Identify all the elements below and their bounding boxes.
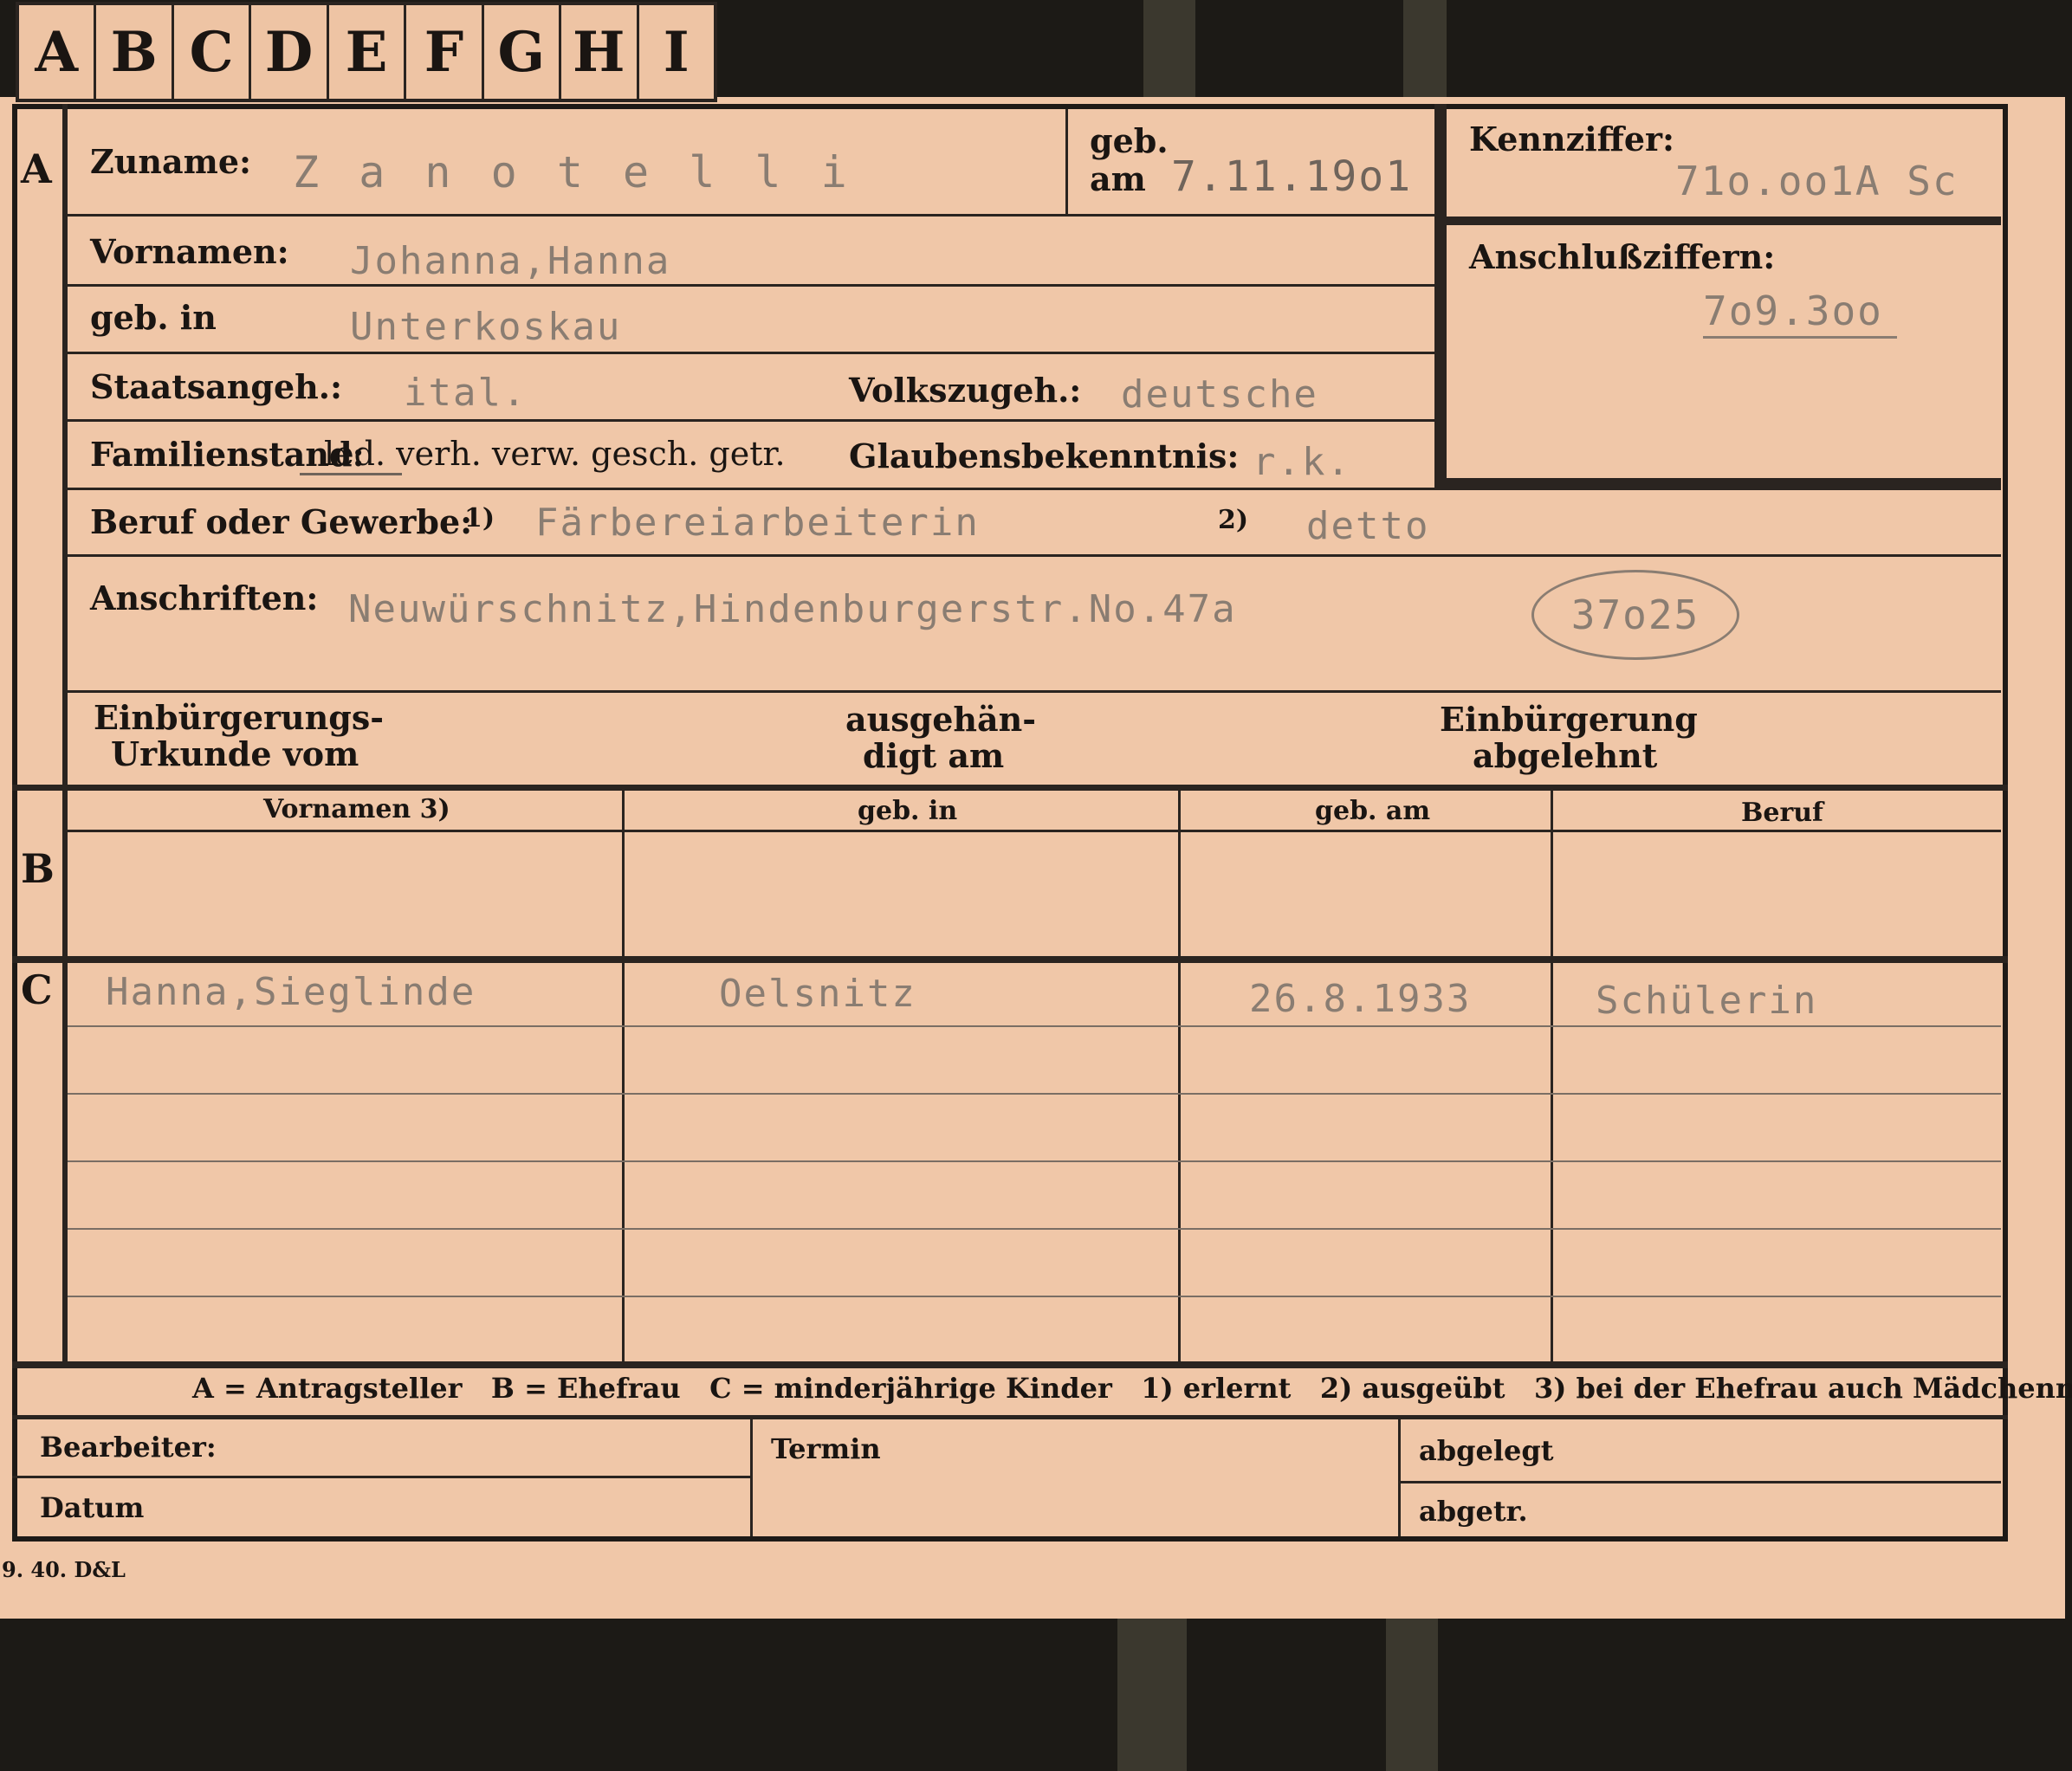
background-stripe [1143,0,1195,97]
background-stripe [1403,0,1447,97]
beruf-erlernt-value: Färbereiarbeiterin [535,501,980,545]
child-geb-in: Oelsnitz [719,972,916,1016]
vornamen-label: Vornamen: [90,232,289,271]
datum-label: Datum [40,1491,145,1524]
background-stripe [1386,1619,1438,1771]
table-header-vornamen: Vornamen 3) [263,794,450,824]
abgelegt-label: abgelegt [1419,1434,1554,1467]
table-column-divider [622,790,625,1361]
einbuergerungsurkunde-label-2: Urkunde vom [111,734,359,773]
anschrift-value: Neuwürschnitz,Hindenburgerstr.No.47a [348,587,1237,631]
footer-divider [12,1476,750,1478]
legend: A = Antragsteller B = Ehefrau C = minder… [192,1372,2072,1405]
section-column-divider [62,104,68,1361]
section-b-label: B [21,845,55,892]
table-header-geb-in: geb. in [858,796,958,826]
stamp-number: 37o25 [1531,570,1739,660]
child-vornamen: Hanna,Sieglinde [106,970,476,1014]
geb-in-label: geb. in [90,298,217,337]
einbuergerungsurkunde-label-1: Einbürgerungs- [94,698,385,737]
divider [68,284,1434,287]
tab-i[interactable]: I [639,5,714,99]
divider [68,554,2001,557]
anschlussziffern-label: Anschlußziffern: [1469,237,1776,276]
table-column-divider [1551,790,1553,1361]
anschlussziffer-value: 7o9.3oo [1703,288,1897,339]
stamp-value: 37o25 [1570,591,1700,638]
footer-divider [1400,1481,2001,1483]
legend-divider [12,1415,2008,1419]
familienstand-options: led. verh. verw. gesch. getr. [324,435,786,473]
familienstand-underline [300,473,402,475]
table-header-divider [68,830,2001,832]
einbuergerung-abgelehnt-label-1: Einbürgerung [1440,700,1698,739]
staatsangeh-label: Staatsangeh.: [90,367,343,406]
tab-b[interactable]: B [96,5,174,99]
anschriften-label: Anschriften: [90,578,319,617]
divider [68,214,1434,217]
beruf-label: Beruf oder Gewerbe: [90,502,473,541]
einbuergerung-abgelehnt-label-2: abgelehnt [1473,736,1658,775]
table-row-divider [68,1160,2001,1162]
table-row-divider [68,1093,2001,1095]
geb-in-value: Unterkoskau [350,305,622,349]
divider [68,690,2001,693]
zuname-value: Z a n o t e l l i [293,147,854,197]
tab-g[interactable]: G [484,5,562,99]
ausgehaendigt-label-2: digt am [863,736,1005,775]
glaubensbekenntnis-value: r.k. [1253,440,1351,484]
section-divider [12,785,2008,791]
table-header-beruf: Beruf [1741,798,1823,828]
tab-e[interactable]: E [329,5,407,99]
volkszugeh-label: Volkszugeh.: [849,371,1082,410]
section-c-label: C [21,966,53,1013]
tab-f[interactable]: F [406,5,484,99]
tab-c[interactable]: C [174,5,252,99]
table-row-divider [68,1296,2001,1297]
table-row-divider [68,1025,2001,1027]
tab-h[interactable]: H [561,5,639,99]
tab-a[interactable]: A [19,5,97,99]
print-code: 9. 40. D&L [2,1557,126,1582]
kennziffer-label: Kennziffer: [1469,120,1675,158]
geb-am-label-bottom: am [1090,159,1146,198]
divider [68,419,1434,422]
ausgehaendigt-label-1: ausgehän- [845,700,1037,739]
table-header-geb-am: geb. am [1315,796,1431,826]
tab-d[interactable]: D [251,5,329,99]
section-divider [12,956,2008,963]
kennziffer-value: 71o.oo1A Sc [1675,158,1959,204]
table-row-divider [68,1228,2001,1230]
legend-divider [12,1361,2008,1368]
vornamen-value: Johanna,Hanna [350,239,671,283]
glaubensbekenntnis-label: Glaubensbekenntnis: [849,436,1240,475]
child-geb-am: 26.8.1933 [1249,977,1472,1021]
background-stripe [1117,1619,1187,1771]
footer-divider [750,1419,753,1536]
geb-am-value: 7.11.19o1 [1171,152,1413,201]
termin-label: Termin [771,1432,881,1465]
beruf-note-1: 1) [464,503,495,533]
staatsangeh-value: ital. [404,371,528,415]
divider [1065,109,1068,215]
divider [1447,217,2001,225]
abgetr-label: abgetr. [1419,1495,1528,1528]
child-beruf: Schülerin [1596,979,1818,1023]
table-column-divider [1178,790,1181,1361]
bearbeiter-label: Bearbeiter: [40,1431,217,1464]
alphabet-tabs: A B C D E F G H I [16,2,717,102]
divider [1434,104,1447,490]
divider [68,352,1434,354]
footer-divider [1398,1419,1401,1536]
section-a-label: A [21,145,52,192]
beruf-ausgeuebt-value: detto [1306,504,1430,548]
zuname-label: Zuname: [90,142,252,181]
geb-am-label-top: geb. [1090,121,1169,160]
divider [68,488,2001,490]
beruf-note-2: 2) [1218,505,1249,535]
volkszugeh-value: deutsche [1121,372,1318,417]
